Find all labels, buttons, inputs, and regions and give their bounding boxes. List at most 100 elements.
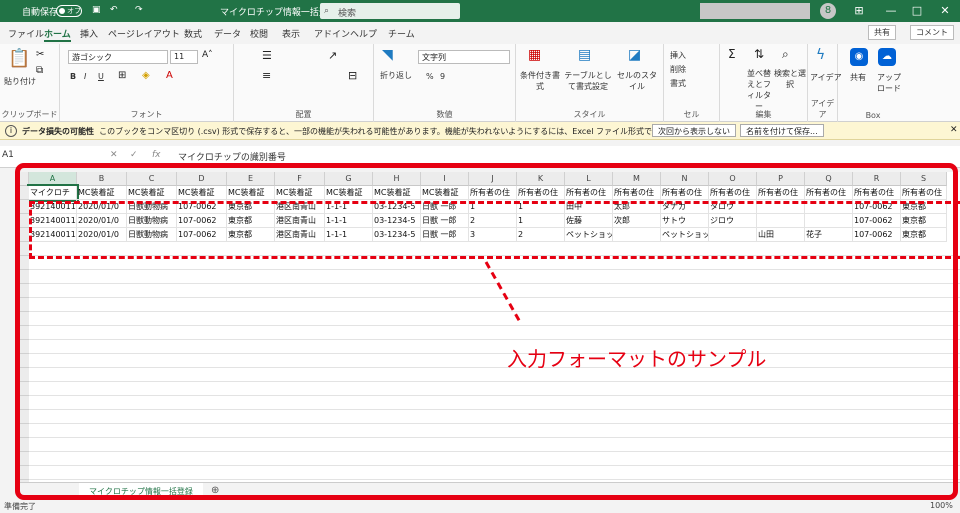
status-bar: 準備完了 100% <box>0 500 960 513</box>
orientation-icon[interactable]: ↗ <box>328 50 337 61</box>
font-group-label: フォント <box>130 110 163 119</box>
ribbon-tabs: ファイル ホーム 挿入 ページレイアウト 数式 データ 校閲 表示 アドイン ヘ… <box>0 22 960 44</box>
undo-icon[interactable]: ↶ <box>110 5 118 15</box>
font-grow-icon[interactable]: A˄ <box>202 51 213 60</box>
search-icon: ⌕ <box>324 6 330 16</box>
data-loss-warning-bar: i データ損失の可能性 このブックをコンマ区切り (.csv) 形式で保存すると… <box>0 122 960 140</box>
tab-data[interactable]: データ <box>214 27 241 40</box>
tab-insert[interactable]: 挿入 <box>80 27 98 40</box>
tab-formulas[interactable]: 数式 <box>184 27 202 40</box>
zoom-level[interactable]: 100% <box>930 501 953 510</box>
ribbon-display-icon[interactable]: ⊞ <box>848 3 870 19</box>
percent-button[interactable]: % <box>426 72 434 81</box>
name-box[interactable]: A1 <box>2 150 82 164</box>
minimize-button[interactable]: — <box>880 3 902 19</box>
box-share-icon[interactable]: ◉ <box>850 48 868 66</box>
font-name-select[interactable]: 游ゴシック <box>68 50 168 64</box>
tab-team[interactable]: チーム <box>388 27 415 40</box>
cancel-icon[interactable]: ✕ <box>110 150 118 160</box>
tab-review[interactable]: 校閲 <box>250 27 268 40</box>
tab-file[interactable]: ファイル <box>8 27 44 40</box>
find-icon[interactable]: ⌕ <box>782 48 789 60</box>
close-button[interactable]: ✕ <box>934 3 956 19</box>
clipboard-group: 📋 貼り付け ✂ ⧉ クリップボード <box>0 44 60 122</box>
function-icon[interactable]: fx <box>152 150 161 160</box>
save-as-button[interactable]: 名前を付けて保存... <box>740 124 824 137</box>
italic-button[interactable]: I <box>84 72 86 81</box>
cells-group: 挿入 削除 書式 セル <box>664 44 720 122</box>
paste-label[interactable]: 貼り付け <box>4 76 36 87</box>
box-share-label[interactable]: 共有 <box>850 72 866 83</box>
copy-icon[interactable]: ⧉ <box>36 66 43 76</box>
number-group: ◥ 折り返し 文字列 % 9 数値 <box>374 44 516 122</box>
search-box[interactable]: ⌕ 検索 <box>320 3 460 19</box>
tab-home[interactable]: ホーム <box>44 27 71 42</box>
comma-button[interactable]: 9 <box>440 72 445 81</box>
fill-color-icon[interactable]: ◈ <box>142 71 150 81</box>
autosave-state: オフ <box>67 7 81 15</box>
cells-group-label: セル <box>683 110 700 119</box>
avatar[interactable]: 8 <box>820 3 836 19</box>
ideas-label[interactable]: アイデア <box>810 72 842 83</box>
sort-filter-label[interactable]: 並べ替えとフィルター <box>744 68 774 112</box>
format-cells-button[interactable]: 書式 <box>670 78 686 89</box>
align-left-icon[interactable]: ≡ <box>262 70 271 81</box>
autosave-toggle[interactable]: オフ <box>56 5 82 17</box>
comment-button[interactable]: コメント <box>910 25 954 40</box>
sort-filter-icon[interactable]: ⇅ <box>754 48 764 60</box>
ribbon: 📋 貼り付け ✂ ⧉ クリップボード 游ゴシック 11 A˄ B I U ⊞ ◈… <box>0 44 960 122</box>
align-top-icon[interactable]: ☰ <box>262 50 272 61</box>
restore-button[interactable]: □ <box>906 3 928 19</box>
title-bar: 自動保存 オフ ▣ ↶ ↷ マイクロチップ情報一括登録.csv ⌕ 検索 8 ⊞… <box>0 0 960 22</box>
tab-addins[interactable]: アドイン <box>314 27 350 40</box>
status-text: 準備完了 <box>4 502 36 511</box>
font-color-icon[interactable]: A <box>166 71 173 81</box>
bold-button[interactable]: B <box>70 72 76 81</box>
wrap-text-icon[interactable]: ◥ <box>382 48 393 62</box>
cut-icon[interactable]: ✂ <box>36 50 44 60</box>
table-format-icon[interactable]: ▤ <box>578 48 591 62</box>
alignment-group: ☰ ≡ ↗ ⊟ 配置 <box>234 44 374 122</box>
box-group-label: Box <box>865 111 881 120</box>
redo-icon[interactable]: ↷ <box>135 5 143 15</box>
annotation-text: 入力フォーマットのサンプル <box>507 347 767 371</box>
close-warning-icon[interactable]: ✕ <box>950 125 958 135</box>
box-group: ◉ 共有 ☁ アップロード Box <box>838 44 960 122</box>
conditional-format-icon[interactable]: ▦ <box>528 48 541 62</box>
tab-view[interactable]: 表示 <box>282 27 300 40</box>
box-upload-icon[interactable]: ☁ <box>878 48 896 66</box>
enter-icon[interactable]: ✓ <box>130 150 138 160</box>
wrap-text-label[interactable]: 折り返し <box>380 70 412 81</box>
cell-styles-icon[interactable]: ◪ <box>628 48 641 62</box>
editing-group: Σ ⇅ 並べ替えとフィルター ⌕ 検索と選択 編集 <box>720 44 808 122</box>
border-icon[interactable]: ⊞ <box>118 71 126 81</box>
ideas-icon[interactable]: ϟ <box>816 48 825 62</box>
font-group: 游ゴシック 11 A˄ B I U ⊞ ◈ A フォント <box>60 44 234 122</box>
tab-help[interactable]: ヘルプ <box>350 27 377 40</box>
save-icon[interactable]: ▣ <box>92 5 101 15</box>
paste-icon[interactable]: 📋 <box>8 50 30 68</box>
clipboard-group-label: クリップボード <box>1 110 58 119</box>
formula-input[interactable]: マイクロチップの識別番号 <box>178 150 286 163</box>
autosum-icon[interactable]: Σ <box>728 48 736 60</box>
info-icon: i <box>5 125 17 137</box>
merge-center-icon[interactable]: ⊟ <box>348 70 357 81</box>
delete-cells-button[interactable]: 削除 <box>670 64 686 75</box>
cell-styles-label[interactable]: セルのスタイル <box>614 70 660 92</box>
styles-group-label: スタイル <box>573 110 606 119</box>
dont-show-again-button[interactable]: 次回から表示しない <box>652 124 736 137</box>
table-format-label[interactable]: テーブルとして書式設定 <box>564 70 612 92</box>
user-account[interactable] <box>700 3 810 19</box>
underline-button[interactable]: U <box>98 72 104 81</box>
font-size-select[interactable]: 11 <box>170 50 198 64</box>
insert-cells-button[interactable]: 挿入 <box>670 50 686 61</box>
warning-message: このブックをコンマ区切り (.csv) 形式で保存すると、一部の機能が失われる可… <box>99 127 724 136</box>
number-format-select[interactable]: 文字列 <box>418 50 510 64</box>
tab-page-layout[interactable]: ページレイアウト <box>108 27 180 40</box>
share-button[interactable]: 共有 <box>868 25 896 40</box>
number-group-label: 数値 <box>436 110 453 119</box>
annotation-dashed-highlight <box>29 201 960 259</box>
box-upload-label[interactable]: アップロード <box>874 72 904 94</box>
conditional-format-label[interactable]: 条件付き書式 <box>518 70 562 92</box>
find-select-label[interactable]: 検索と選択 <box>774 68 806 90</box>
